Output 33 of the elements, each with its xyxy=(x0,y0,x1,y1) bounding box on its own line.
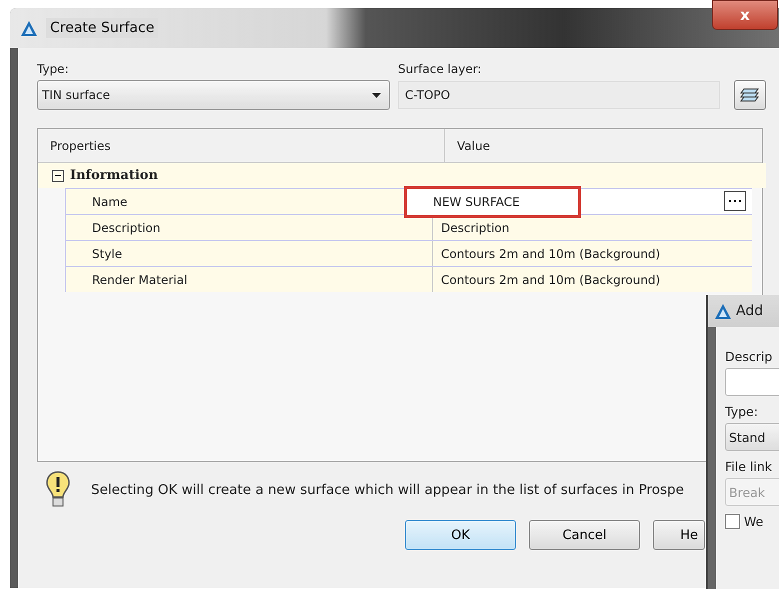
caret-icon xyxy=(372,92,381,98)
section-title: Information xyxy=(70,168,158,183)
property-value: Contours 2m and 10m (Background) xyxy=(441,246,660,260)
field-label: Surface layer: xyxy=(398,62,482,76)
property-value: Contours 2m and 10m (Background) xyxy=(441,272,660,286)
description-field[interactable] xyxy=(725,368,779,396)
ellipsis-icon xyxy=(729,200,741,202)
column-header: Value xyxy=(456,138,490,154)
dialog-button[interactable]: He xyxy=(653,520,705,550)
field-label: Descrip xyxy=(725,349,772,364)
checkbox[interactable] xyxy=(725,514,740,529)
field-label: Type: xyxy=(725,404,758,419)
ellipsis-button[interactable] xyxy=(724,191,746,211)
dialog-button[interactable]: Cancel xyxy=(529,520,640,550)
surface-layer-field: C-TOPO xyxy=(398,81,720,109)
info-message: Selecting OK will create a new surface which will appear in the list of surfaces in Prospe xyxy=(91,482,684,498)
property-value: Description xyxy=(441,220,510,234)
name-input-field[interactable]: NEW SURFACE xyxy=(404,186,581,218)
type-dropdown[interactable]: Stand xyxy=(725,423,779,451)
type-dropdown[interactable]: TIN surface xyxy=(37,80,390,110)
collapse-toggle[interactable] xyxy=(52,170,64,182)
window-title: Add xyxy=(736,303,764,319)
layers-icon xyxy=(740,86,760,104)
app-logo-icon xyxy=(20,20,38,36)
column-header: Properties xyxy=(38,129,445,162)
property-name: Render Material xyxy=(65,267,433,292)
checkbox-label: We xyxy=(744,514,764,529)
app-logo-icon xyxy=(714,302,732,320)
layers-button[interactable] xyxy=(734,80,766,110)
field-label: Type: xyxy=(37,62,70,76)
field-label: File link xyxy=(725,459,772,474)
dialog-button[interactable]: OK xyxy=(405,520,516,550)
close-button[interactable]: x xyxy=(712,0,778,30)
